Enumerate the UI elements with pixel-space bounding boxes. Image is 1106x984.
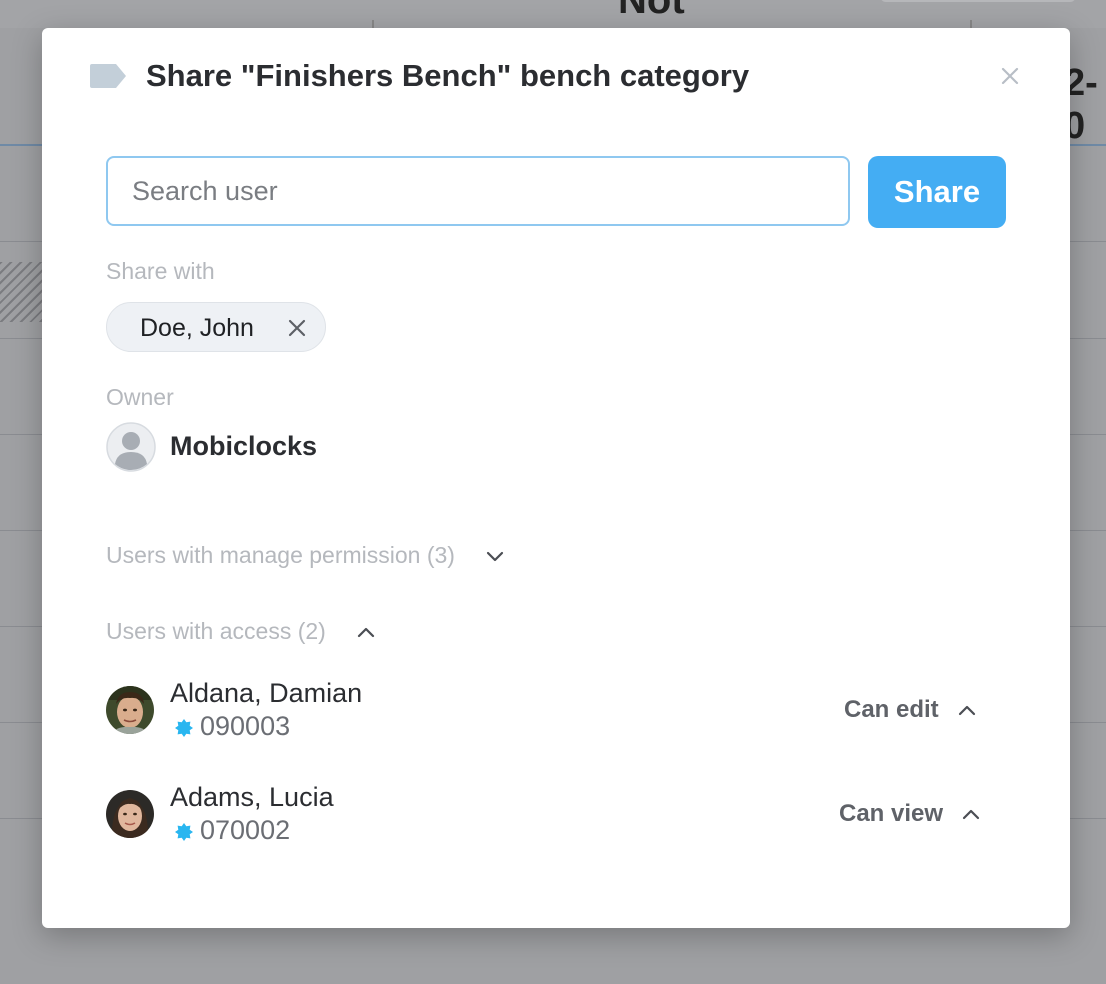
background-hatched-cell [0, 262, 42, 322]
permission-label: Can edit [844, 696, 939, 723]
default-user-avatar-icon [106, 422, 156, 472]
share-button[interactable]: Share [868, 156, 1006, 228]
owner-name: Mobiclocks [170, 431, 318, 461]
search-user-input[interactable] [106, 156, 850, 226]
dialog-title: Share "Finishers Bench" bench category [146, 58, 750, 93]
user-id: 070002 [200, 815, 291, 845]
permission-label: Can view [839, 800, 944, 827]
chevron-up-icon [958, 705, 975, 716]
user-name: Aldana, Damian [170, 678, 363, 708]
user-avatar [106, 790, 154, 838]
chevron-up-icon [357, 627, 374, 637]
user-chip: Doe, John [106, 302, 326, 352]
background-tick [970, 20, 972, 28]
access-user-row: Aldana, Damian 090003 Can edit [106, 678, 1006, 748]
share-dialog: Share "Finishers Bench" bench category S… [42, 28, 1070, 928]
remove-chip-icon[interactable] [287, 318, 307, 338]
background-heading: Not [618, 0, 685, 22]
user-id: 090003 [200, 711, 291, 741]
access-user-row: Adams, Lucia 070002 Can view [106, 782, 1006, 852]
chevron-down-icon [486, 551, 504, 561]
owner-label: Owner [106, 384, 174, 410]
background-header [0, 0, 1106, 28]
chevron-up-icon [962, 809, 980, 820]
permission-dropdown[interactable]: Can view [839, 800, 981, 828]
tag-icon [90, 64, 126, 88]
share-with-label: Share with [106, 258, 215, 284]
permission-dropdown[interactable]: Can edit [844, 696, 977, 724]
close-icon[interactable] [996, 62, 1024, 90]
user-name: Adams, Lucia [170, 782, 334, 812]
background-tick [372, 20, 374, 28]
manage-permission-label: Users with manage permission (3) [106, 542, 455, 568]
manage-permission-toggle[interactable]: Users with manage permission (3) [106, 542, 505, 569]
chip-label: Doe, John [140, 314, 254, 342]
verified-badge-icon [175, 823, 193, 841]
background-date-text: 2-0 [1064, 62, 1098, 147]
users-with-access-label: Users with access (2) [106, 618, 326, 644]
users-with-access-toggle[interactable]: Users with access (2) [106, 618, 376, 645]
background-pill [880, 0, 1076, 2]
verified-badge-icon [175, 719, 193, 737]
user-avatar [106, 686, 154, 734]
